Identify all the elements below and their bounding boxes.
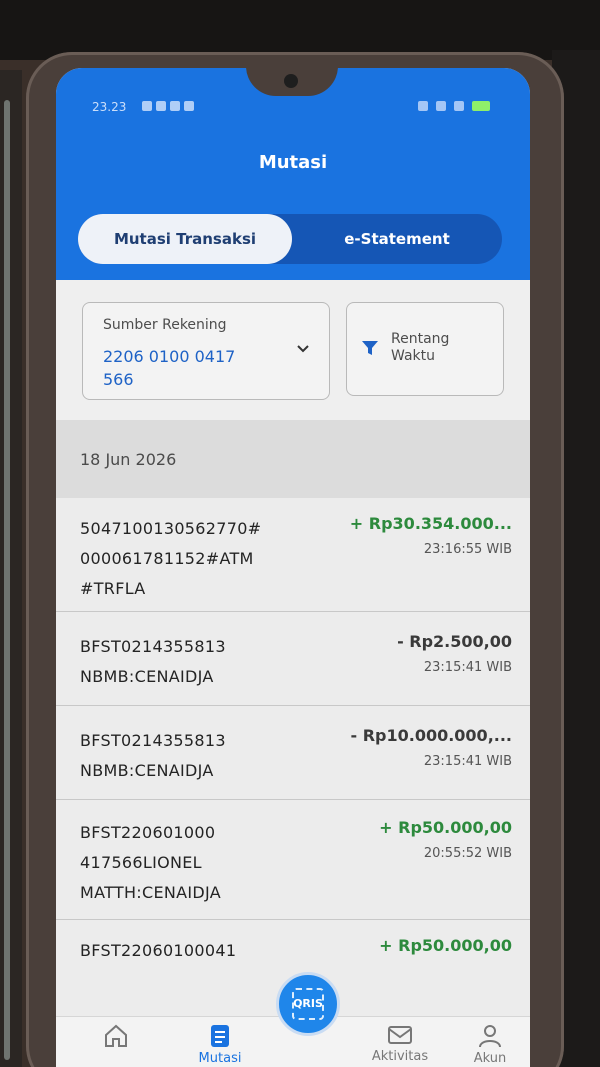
transaction-description: 5047100130562770# 000061781152#ATM #TRFL… <box>80 519 262 598</box>
transaction-amount: + Rp50.000,00 <box>379 936 512 955</box>
user-icon <box>479 1025 501 1048</box>
qris-label: QRIS <box>293 997 323 1010</box>
nav-akun-label: Akun <box>473 1051 507 1066</box>
transaction-amount: + Rp50.000,00 <box>379 818 512 837</box>
notification-icon <box>170 101 180 111</box>
wifi-icon <box>436 101 446 111</box>
transaction-row[interactable]: 5047100130562770# 000061781152#ATM #TRFL… <box>56 498 530 612</box>
source-account-label: Sumber Rekening <box>103 317 227 333</box>
adjacent-device-edge <box>4 100 10 1060</box>
filter-area: Sumber Rekening 2206 0100 0417 566 Renta… <box>56 280 530 420</box>
tab-switcher: Mutasi Transaksi e-Statement <box>78 214 502 264</box>
notification-icon <box>156 101 166 111</box>
vibrate-icon <box>418 101 428 111</box>
transaction-list: 5047100130562770# 000061781152#ATM #TRFL… <box>56 498 530 1018</box>
mail-icon <box>388 1026 412 1044</box>
transaction-description: BFST22060100041 <box>80 941 237 960</box>
battery-icon <box>472 101 490 111</box>
desk-background-top <box>0 0 600 60</box>
transaction-description: BFST0214355813 NBMB:CENAIDJA <box>80 637 226 686</box>
page-title: Mutasi <box>258 152 328 173</box>
nav-home[interactable] <box>76 1023 156 1051</box>
document-list-icon <box>211 1025 229 1047</box>
date-section-header: 18 Jun 2026 <box>56 420 530 498</box>
chevron-down-icon <box>297 345 309 353</box>
notification-icon <box>142 101 152 111</box>
status-system-icons <box>418 101 490 111</box>
transaction-row[interactable]: BFST220601000 417566LIONEL MATTH:CENAIDJ… <box>56 800 530 920</box>
home-icon <box>105 1024 127 1047</box>
transaction-amount: - Rp10.000.000,... <box>350 726 512 745</box>
transaction-time: 23:15:41 WIB <box>423 754 512 769</box>
transaction-amount: - Rp2.500,00 <box>397 632 512 651</box>
transaction-row[interactable]: BFST0214355813 NBMB:CENAIDJA - Rp10.000.… <box>56 706 530 800</box>
app-header: 23.23 Mutasi Mutasi Transaksi e-Statemen… <box>56 68 530 280</box>
front-camera <box>284 74 298 88</box>
desk-background-left <box>0 70 22 1067</box>
nav-akun[interactable]: Akun <box>450 1023 530 1066</box>
signal-icon <box>454 101 464 111</box>
notification-icon <box>184 101 194 111</box>
status-notification-icons <box>142 101 194 111</box>
filter-icon <box>362 341 378 355</box>
date-range-button[interactable]: Rentang Waktu <box>346 302 504 396</box>
source-account-value: 2206 0100 0417 566 <box>103 347 236 389</box>
tab-mutasi-transaksi[interactable]: Mutasi Transaksi <box>78 214 292 264</box>
nav-mutasi[interactable]: Mutasi <box>180 1023 260 1066</box>
phone-screen: 23.23 Mutasi Mutasi Transaksi e-Statemen… <box>56 68 530 1067</box>
nav-mutasi-label: Mutasi <box>198 1051 242 1066</box>
status-time: 23.23 <box>92 100 127 114</box>
transaction-time: 23:15:41 WIB <box>423 660 512 675</box>
nav-aktivitas-label: Aktivitas <box>371 1049 429 1064</box>
nav-aktivitas[interactable]: Aktivitas <box>360 1023 440 1064</box>
transaction-time: 23:16:55 WIB <box>423 542 512 557</box>
tab-e-statement[interactable]: e-Statement <box>292 214 502 264</box>
date-range-label: Rentang Waktu <box>391 331 450 364</box>
source-account-dropdown[interactable]: Sumber Rekening 2206 0100 0417 566 <box>82 302 330 400</box>
date-header-text: 18 Jun 2026 <box>80 450 177 469</box>
qris-scan-button[interactable]: QRIS <box>276 972 340 1036</box>
transaction-time: 20:55:52 WIB <box>423 846 512 861</box>
transaction-row[interactable]: BFST0214355813 NBMB:CENAIDJA - Rp2.500,0… <box>56 612 530 706</box>
camera-notch <box>246 68 338 96</box>
transaction-amount: + Rp30.354.000... <box>349 514 512 533</box>
transaction-description: BFST0214355813 NBMB:CENAIDJA <box>80 731 226 780</box>
transaction-description: BFST220601000 417566LIONEL MATTH:CENAIDJ… <box>80 823 222 902</box>
